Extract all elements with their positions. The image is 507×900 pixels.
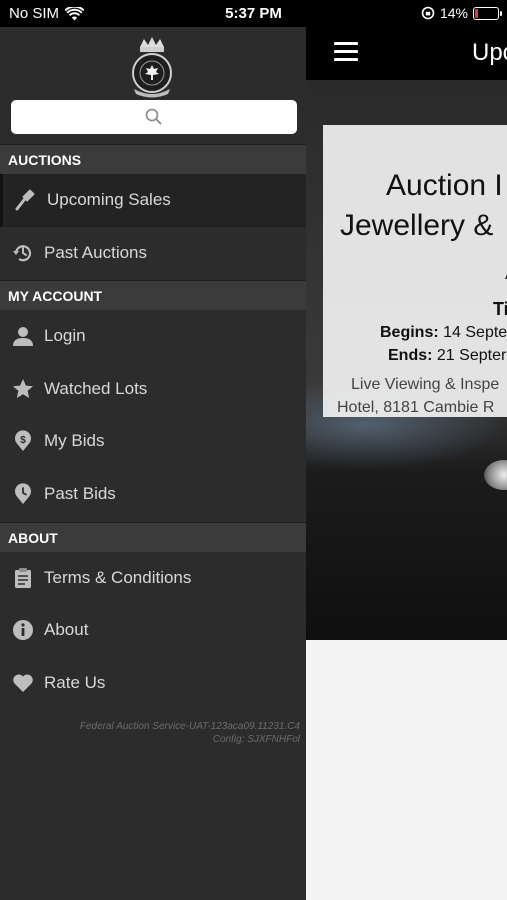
main-content: Upc Auction I Jewellery & A Ti Begins: 1… [306,27,507,900]
section-header-my-account: MY ACCOUNT [0,280,306,310]
battery-fill [475,8,478,18]
auction-title-line1: Auction I [386,169,503,202]
ends-value: 21 Septer [436,347,507,364]
menu-item-upcoming-sales[interactable]: Upcoming Sales [0,174,306,226]
battery-percent: 14% [439,5,468,21]
search-icon [145,108,162,125]
auction-time-heading: Ti [493,299,507,319]
search-input[interactable] [11,100,297,134]
dollar-pin-icon: $ [11,429,35,453]
status-right: 14% [421,5,502,21]
status-bar: No SIM 5:37 PM 14% [0,0,507,27]
top-navigation-bar: Upc [306,27,507,80]
hamburger-menu-icon[interactable] [334,42,358,62]
menu-item-label: Login [44,326,86,345]
menu-item-watched-lots[interactable]: Watched Lots [0,363,306,415]
section-header-auctions: AUCTIONS [0,144,306,174]
heart-icon [11,671,35,695]
menu-item-rate-us[interactable]: Rate Us [0,657,306,709]
ends-label: Ends: [388,347,433,364]
auction-begins: Begins: 14 Septe [380,324,507,342]
begins-label: Begins: [380,324,439,341]
version-info: Federal Auction Service-UAT-123aca09.112… [80,720,300,746]
orientation-lock-icon [421,6,435,20]
venue-text: Hotel, 8181 Cambie R [337,399,495,416]
gavel-icon [14,188,38,212]
live-viewing-text: Live Viewing & Inspe [351,376,500,393]
side-drawer: AUCTIONS Upcoming Sales Past Auctions MY… [0,27,306,900]
federal-auction-logo [132,37,172,98]
menu-item-label: Watched Lots [44,379,148,398]
version-text: Federal Auction Service-UAT-123aca09.112… [79,721,300,732]
auction-banner[interactable]: Auction I Jewellery & A Ti Begins: 14 Se… [306,80,507,640]
info-icon [11,618,35,642]
history-icon [11,241,35,265]
clipboard-icon [11,566,35,590]
menu-item-terms[interactable]: Terms & Conditions [0,552,306,604]
menu-item-past-bids[interactable]: Past Bids [0,468,306,520]
menu-item-about[interactable]: About [0,604,306,656]
auction-ends: Ends: 21 Septer [388,347,506,365]
section-header-about: ABOUT [0,522,306,552]
menu-item-label: My Bids [44,431,105,450]
menu-item-label: Past Bids [44,484,116,503]
menu-item-past-auctions[interactable]: Past Auctions [0,227,306,279]
auction-title-line2: Jewellery & [340,209,494,242]
menu-item-label: Terms & Conditions [44,568,192,587]
menu-item-login[interactable]: Login [0,310,306,362]
screen: No SIM 5:37 PM 14% AUCTIONS Upcoming Sal… [0,0,507,900]
begins-value: 14 Septe [443,324,507,341]
clock-pin-icon [11,482,35,506]
battery-icon [473,6,502,20]
menu-item-label: Past Auctions [44,243,148,262]
config-text: Config: SJXFNHFol [212,734,300,745]
menu-item-label: About [44,620,89,639]
auction-info-card: Auction I Jewellery & A Ti Begins: 14 Se… [323,125,507,417]
menu-item-label: Upcoming Sales [47,190,171,209]
page-title: Upc [472,39,507,66]
menu-item-my-bids[interactable]: $ My Bids [0,415,306,467]
star-icon [11,377,35,401]
menu-item-label: Rate Us [44,673,106,692]
user-icon [11,324,35,348]
svg-text:$: $ [20,435,26,446]
